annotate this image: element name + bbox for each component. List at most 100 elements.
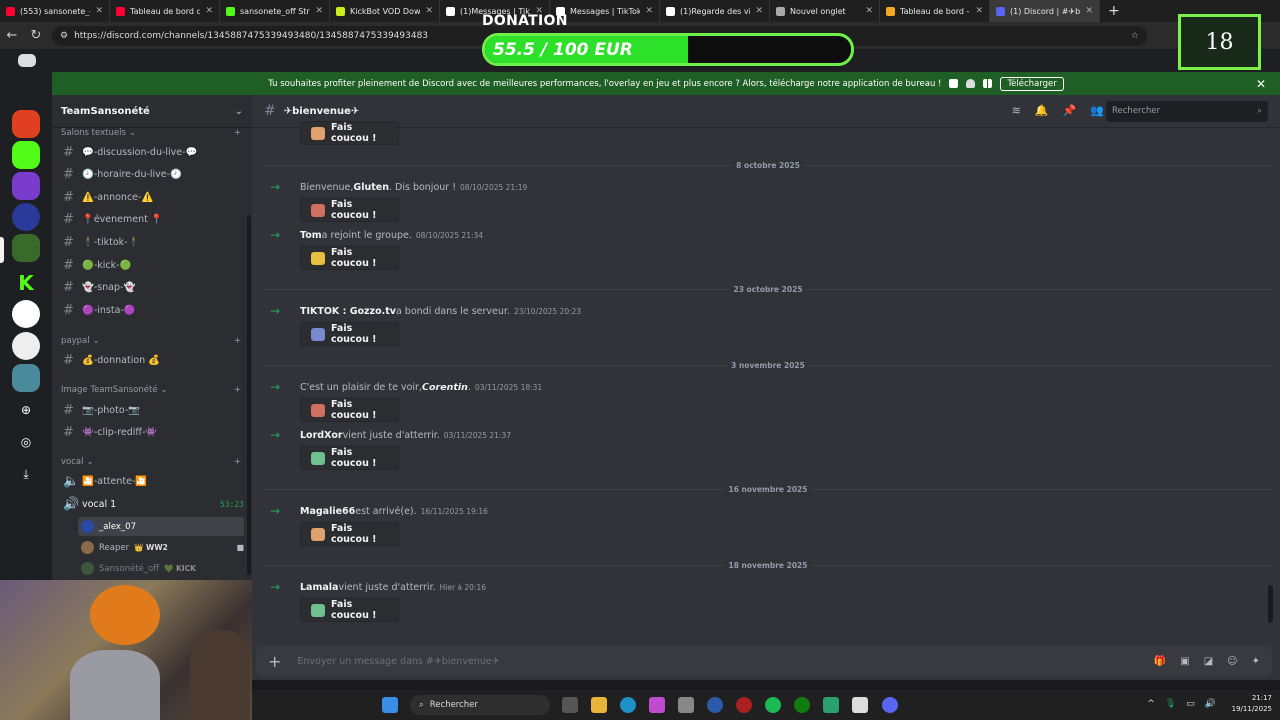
- taskbar-search[interactable]: ⌕ Rechercher: [410, 695, 550, 715]
- wave-button[interactable]: Fais coucou !: [300, 198, 399, 222]
- site-info-icon[interactable]: ⚙: [60, 31, 68, 41]
- server-icon-8[interactable]: [12, 364, 40, 392]
- server-icon-4[interactable]: [12, 203, 40, 231]
- category-image[interactable]: Image TeamSansonété ⌄ +: [61, 385, 241, 395]
- close-banner-icon[interactable]: ✕: [1256, 77, 1266, 91]
- server-header[interactable]: TeamSansonété ⌄: [52, 95, 252, 128]
- close-tab-icon[interactable]: ✕: [95, 6, 103, 16]
- copilot-icon[interactable]: [649, 697, 665, 713]
- server-icon-6[interactable]: [12, 300, 40, 328]
- close-tab-icon[interactable]: ✕: [975, 6, 983, 16]
- gift-icon[interactable]: 🎁: [1154, 656, 1166, 667]
- volume-icon[interactable]: 🔊: [1205, 699, 1216, 709]
- app-icon-white[interactable]: [852, 697, 868, 713]
- back-icon[interactable]: ←: [0, 28, 24, 43]
- server-icon-2[interactable]: [12, 141, 40, 169]
- sticker-icon[interactable]: ◪: [1204, 656, 1213, 667]
- wave-button[interactable]: Fais coucou !: [300, 322, 399, 346]
- category-vocal[interactable]: vocal ⌄ +: [61, 457, 241, 467]
- browser-tab[interactable]: (1) Discord | #✈bie ✕: [990, 0, 1100, 22]
- discord-taskbar-icon[interactable]: [882, 697, 898, 713]
- add-channel-icon[interactable]: +: [234, 457, 241, 467]
- browser-tab[interactable]: (553) sansonete_off ✕: [0, 0, 110, 22]
- store-icon[interactable]: [678, 697, 694, 713]
- username[interactable]: Tom: [300, 230, 322, 241]
- download-button[interactable]: Télécharger: [1000, 76, 1064, 91]
- text-channel[interactable]: # 📷-photo-📷: [60, 400, 244, 420]
- wave-button[interactable]: Fais coucou !: [300, 522, 399, 546]
- add-channel-icon[interactable]: +: [234, 128, 241, 138]
- category-paypal[interactable]: paypal ⌄ +: [61, 336, 241, 346]
- voice-channel-vocal1[interactable]: 🔊 vocal 1 53:23: [60, 494, 244, 514]
- bookmark-star-icon[interactable]: ☆: [1131, 31, 1139, 41]
- text-channel[interactable]: # 💬-discussion-du-live-💬: [60, 142, 244, 162]
- browser-tab[interactable]: KickBot VOD Downlo ✕: [330, 0, 440, 22]
- attach-plus-icon[interactable]: +: [268, 652, 281, 671]
- close-tab-icon[interactable]: ✕: [1085, 6, 1093, 16]
- new-tab-icon[interactable]: +: [1100, 3, 1128, 19]
- add-channel-icon[interactable]: +: [234, 385, 241, 395]
- search-input[interactable]: Rechercher ⌕: [1106, 101, 1268, 122]
- close-tab-icon[interactable]: ✕: [425, 6, 433, 16]
- username[interactable]: LordXor: [300, 430, 343, 441]
- browser-tab[interactable]: Tableau de bord - D ✕: [880, 0, 990, 22]
- browser-tab[interactable]: Tableau de bord de ✕: [110, 0, 220, 22]
- member-list-icon[interactable]: 👥: [1090, 104, 1104, 117]
- text-channel[interactable]: # 💰-donnation 💰: [60, 350, 244, 370]
- username[interactable]: Lamala: [300, 582, 338, 593]
- app-icon-red[interactable]: [736, 697, 752, 713]
- wave-button[interactable]: Fais coucou !: [300, 398, 399, 422]
- clock[interactable]: 21:17 19/11/2025: [1232, 693, 1272, 715]
- edge-icon[interactable]: [620, 697, 636, 713]
- server-icon-3[interactable]: [12, 172, 40, 200]
- message-composer[interactable]: + Envoyer un message dans #✈bienvenue✈ 🎁…: [256, 646, 1272, 676]
- emoji-icon[interactable]: ☺: [1227, 656, 1237, 667]
- wave-button[interactable]: Fais coucou !: [300, 598, 399, 622]
- ccleaner-icon[interactable]: [707, 697, 723, 713]
- text-channel[interactable]: # 🟣-insta-🟣: [60, 300, 244, 320]
- voice-user-sansonete[interactable]: Sansonété_off 💚 KICK: [78, 559, 244, 578]
- text-channel[interactable]: # ⚠️-annonce-⚠️: [60, 187, 244, 207]
- discord-logo-icon[interactable]: [18, 54, 36, 67]
- windows-start-icon[interactable]: [382, 697, 398, 713]
- text-channel[interactable]: # 👻-snap-👻: [60, 278, 244, 298]
- wave-button[interactable]: Fais coucou !: [300, 121, 399, 145]
- category-salons-textuels[interactable]: Salons textuels ⌄ +: [61, 128, 241, 138]
- close-tab-icon[interactable]: ✕: [865, 6, 873, 16]
- browser-tab[interactable]: sansonete_off Strea ✕: [220, 0, 330, 22]
- microphone-icon[interactable]: 🎙: [1165, 699, 1176, 709]
- text-channel[interactable]: # 🕴-tiktok-🕴: [60, 232, 244, 252]
- server-icon-7[interactable]: [12, 332, 40, 360]
- close-tab-icon[interactable]: ✕: [645, 6, 653, 16]
- text-channel[interactable]: # 🟢-kick-🟢: [60, 255, 244, 275]
- file-explorer-icon[interactable]: [591, 697, 607, 713]
- explore-icon[interactable]: ◎: [14, 430, 38, 454]
- wave-button[interactable]: Fais coucou !: [300, 246, 399, 270]
- close-tab-icon[interactable]: ✕: [205, 6, 213, 16]
- username[interactable]: TIKTOK : Gozzo.tv: [300, 306, 396, 317]
- server-icon-1[interactable]: [12, 110, 40, 138]
- pin-icon[interactable]: 📌: [1063, 104, 1077, 117]
- username[interactable]: Magalie66: [300, 506, 355, 517]
- browser-tab[interactable]: Nouvel onglet ✕: [770, 0, 880, 22]
- xbox-icon[interactable]: [794, 697, 810, 713]
- network-icon[interactable]: ▭: [1186, 699, 1195, 709]
- voice-user-alex[interactable]: _alex_07: [78, 517, 244, 536]
- add-server-icon[interactable]: ⊕: [14, 398, 38, 422]
- close-tab-icon[interactable]: ✕: [755, 6, 763, 16]
- spotify-icon[interactable]: [765, 697, 781, 713]
- task-view-icon[interactable]: [562, 697, 578, 713]
- threads-icon[interactable]: ≋: [1012, 104, 1021, 117]
- chevron-up-icon[interactable]: ^: [1147, 699, 1155, 709]
- download-apps-icon[interactable]: ⤓: [14, 462, 38, 486]
- username[interactable]: Gluten: [353, 182, 389, 193]
- text-channel[interactable]: # 👾-clip-rediff-👾: [60, 423, 244, 443]
- browser-tab[interactable]: (1)Regarde des vidé ✕: [660, 0, 770, 22]
- sidebar-scrollbar[interactable]: [247, 215, 251, 575]
- add-channel-icon[interactable]: +: [234, 336, 241, 346]
- chat-scrollbar[interactable]: [1268, 585, 1273, 623]
- username[interactable]: 𝘾𝙤𝙧𝙚𝙣𝙩𝙞𝙣: [422, 382, 468, 393]
- app-icon-green[interactable]: [823, 697, 839, 713]
- gif-icon[interactable]: ▣: [1180, 656, 1189, 667]
- apps-icon[interactable]: ✦: [1252, 656, 1260, 667]
